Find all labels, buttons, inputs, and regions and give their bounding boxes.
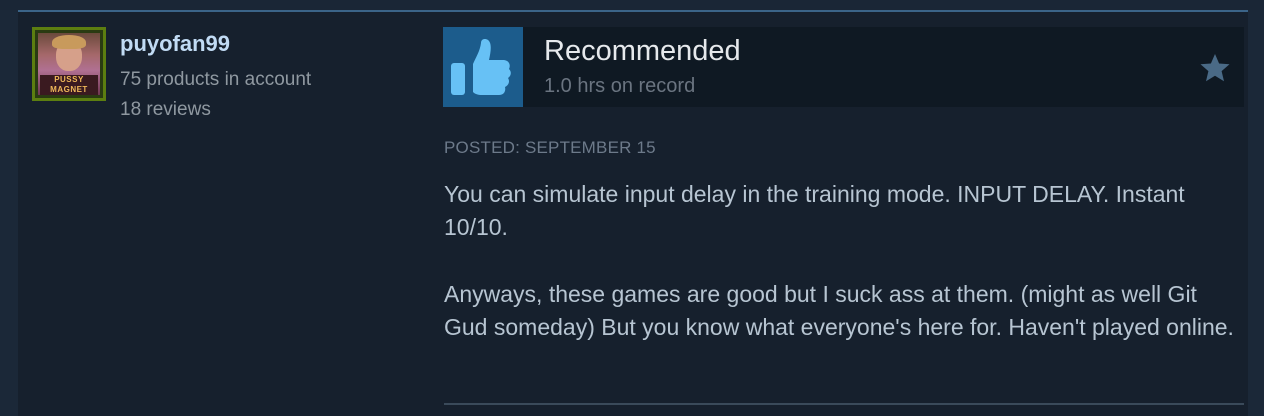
review-paragraph: Anyways, these games are good but I suck… [444,281,1234,340]
avatar-caption: PUSSY MAGNET [40,75,98,95]
author-products-link[interactable]: 75 products in account [120,69,311,91]
author-persona-name[interactable]: puyofan99 [120,31,230,57]
avatar-image: PUSSY MAGNET [38,33,100,95]
review-body: You can simulate input delay in the trai… [444,178,1234,378]
award-button[interactable] [1199,52,1231,84]
thumb-badge [443,27,523,107]
posted-date: POSTED: SEPTEMBER 15 [444,138,656,157]
thumbs-up-icon [451,39,511,95]
hours-on-record: 1.0 hrs on record [544,75,696,97]
review-footer-divider [444,403,1244,405]
review-verdict[interactable]: Recommended [544,35,741,68]
author-reviews-link[interactable]: 18 reviews [120,99,211,121]
avatar-hair [52,35,86,49]
top-band [0,0,1264,10]
author-avatar[interactable]: PUSSY MAGNET [32,27,106,101]
review-paragraph: You can simulate input delay in the trai… [444,181,1185,240]
star-icon [1200,54,1230,82]
